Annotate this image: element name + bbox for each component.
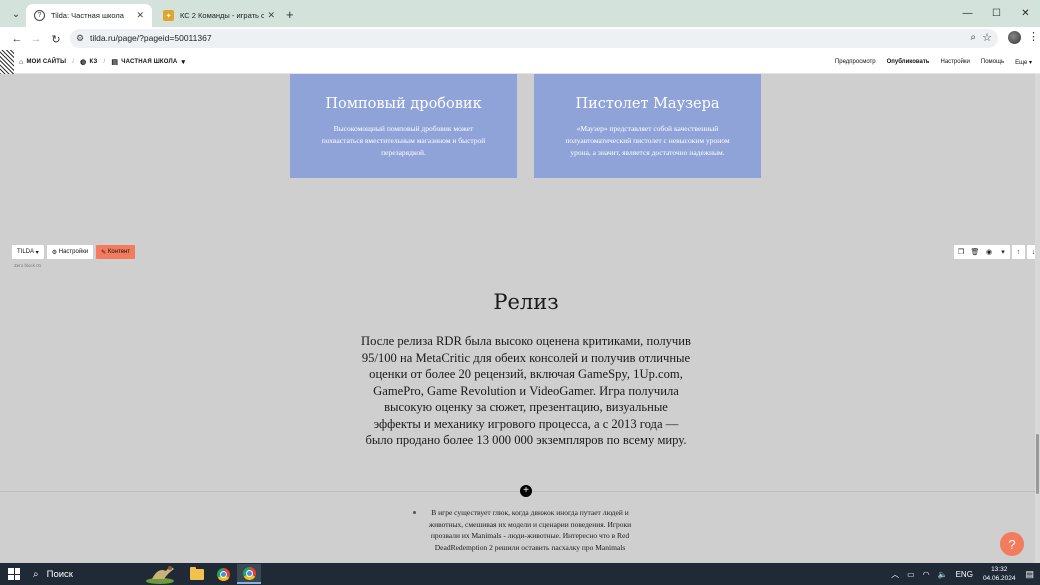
site-info-icon[interactable]: ⚙ (76, 33, 84, 44)
glitch-text: В игре существует глюк, когда движок ино… (428, 508, 632, 552)
card-title: Помповый дробовик (325, 96, 482, 112)
new-tab-icon[interactable]: + (286, 7, 294, 22)
delete-icon[interactable]: 🗑 (968, 245, 982, 259)
publish-button[interactable]: Опубликовать (887, 59, 930, 66)
crumb-my-sites[interactable]: МОИ САЙТЫ (26, 59, 66, 65)
language-indicator[interactable]: ENG (956, 570, 973, 579)
battery-icon[interactable]: ▭ (907, 570, 915, 579)
crumb-separator: / (72, 59, 75, 65)
forward-icon[interactable]: → (28, 31, 44, 47)
home-icon: ⌂ (19, 58, 24, 66)
notifications-icon[interactable]: ▤ (1025, 569, 1034, 580)
tilda-top-panel: ⌂ МОИ САЙТЫ / ◍ КЗ / ▤ ЧАСТНАЯ ШКОЛА ▾ П… (0, 50, 1040, 74)
breadcrumb: ⌂ МОИ САЙТЫ / ◍ КЗ / ▤ ЧАСТНАЯ ШКОЛА ▾ (19, 58, 188, 67)
clock-date: 04.06.2024 (982, 575, 1016, 582)
windows-taskbar: ⌕ Поиск ︿ ▭ ◠ 🔈 ENG 13:32 04.06.2024 ▤ (0, 563, 1040, 585)
tab-tilda[interactable]: ? Tilda: Частная школа ✕ (26, 4, 152, 27)
tab-title: КС 2 Команды - играть онлай… (180, 11, 265, 20)
bullet-dot (413, 511, 416, 514)
search-icon: ⌕ (33, 568, 39, 580)
tilda-actions: Предпросмотр Опубликовать Настройки Помо… (835, 59, 1032, 66)
volume-icon[interactable]: 🔈 (938, 570, 948, 579)
block-id-label: Zero block 01 (14, 263, 42, 268)
more-button[interactable]: Еще ▾ (1015, 59, 1032, 66)
folder-icon (190, 566, 204, 580)
taskbar-search-label: Поиск (46, 568, 73, 580)
card-shotgun[interactable]: Помповый дробовик Высокомощный помповый … (290, 74, 517, 178)
browser-tabstrip: ⌄ ? Tilda: Частная школа ✕ ✦ КС 2 Команд… (0, 0, 1040, 27)
help-button[interactable]: Помощь (981, 59, 1004, 66)
help-question-icon[interactable]: ? (1000, 532, 1024, 556)
settings-button[interactable]: Настройки (940, 59, 969, 66)
address-bar[interactable]: ⚙ tilda.ru/page/?pageid=50011367 ⌕ ☆ (70, 29, 998, 48)
browser-menu-icon[interactable]: ⋮ (1028, 30, 1039, 43)
tilda-label: TILDA (17, 249, 35, 255)
browser-toolbar: ← → ↻ ⚙ tilda.ru/page/?pageid=50011367 ⌕… (0, 27, 1040, 50)
tab-title: Tilda: Частная школа (51, 11, 124, 20)
tab-search-icon[interactable]: ⌄ (8, 6, 24, 22)
scrollbar-thumb[interactable] (1036, 434, 1039, 494)
block-right-controls: ❐ 🗑 ◉ ▾ ↑ ↓ (954, 245, 1040, 259)
globe-icon: ◍ (80, 59, 87, 66)
chevron-down-icon[interactable]: ▾ (181, 58, 185, 66)
taskbar-chrome[interactable] (211, 564, 235, 584)
pencil-icon: ✎ (101, 249, 108, 256)
clock-time: 13:32 (991, 566, 1008, 573)
minimize-icon[interactable]: — (953, 0, 982, 27)
tab-cs2[interactable]: ✦ КС 2 Команды - играть онлай… ✕ (155, 4, 283, 27)
search-highlight-image (146, 566, 174, 584)
page-icon: ▤ (111, 59, 119, 66)
game-favicon-icon: ✦ (163, 10, 174, 21)
chrome-icon (242, 566, 256, 580)
block-controls: TILDA ▾ ⚙ Настройки ✎ Контент (12, 245, 136, 259)
profile-avatar[interactable] (1008, 31, 1021, 44)
taskbar-explorer[interactable] (185, 564, 209, 584)
block-content-button[interactable]: ✎ Контент (96, 245, 136, 259)
tilda-block-menu-button[interactable]: TILDA ▾ (12, 245, 44, 259)
duplicate-icon[interactable]: ❐ (954, 245, 968, 259)
back-icon[interactable]: ← (9, 31, 25, 47)
block-action-group: ❐ 🗑 ◉ ▾ (954, 245, 1010, 259)
clock[interactable]: 13:32 04.06.2024 (983, 565, 1016, 583)
maximize-icon[interactable]: ☐ (982, 0, 1011, 27)
card-title: Пистолет Маузера (575, 96, 720, 112)
crumb-page[interactable]: ЧАСТНАЯ ШКОЛА (121, 59, 177, 65)
bookmark-star-icon[interactable]: ☆ (982, 31, 992, 44)
block-content-label: Контент (107, 249, 131, 255)
card-text: Высокомощный помповый дробовик может пох… (321, 124, 486, 157)
wifi-icon[interactable]: ◠ (923, 570, 930, 579)
chevron-down-icon[interactable]: ▾ (996, 245, 1010, 259)
release-text: После релиза RDR была высоко оценена кри… (361, 334, 691, 447)
windows-start-icon[interactable] (8, 568, 20, 580)
zoom-icon[interactable]: ⌕ (970, 32, 976, 43)
system-tray: ︿ ▭ ◠ 🔈 ENG 13:32 04.06.2024 ▤ (887, 563, 1034, 585)
crumb-separator: / (103, 59, 106, 65)
add-block-icon[interactable]: + (520, 485, 532, 497)
card-text: «Маузер» представляет собой качественный… (565, 124, 730, 157)
tilda-favicon-icon: ? (34, 10, 45, 21)
more-label: Еще (1015, 60, 1028, 66)
window-controls: — ☐ ✕ (953, 0, 1040, 27)
taskbar-chrome-active[interactable] (237, 564, 261, 584)
preview-button[interactable]: Предпросмотр (835, 59, 876, 66)
chevron-up-icon[interactable]: ︿ (891, 569, 899, 580)
card-mauser[interactable]: Пистолет Маузера «Маузер» представляет с… (534, 74, 761, 178)
chrome-icon (216, 567, 230, 581)
reload-icon[interactable]: ↻ (48, 31, 64, 47)
tilda-logo-strip (0, 50, 14, 74)
block-settings-button[interactable]: ⚙ Настройки (46, 245, 94, 259)
gear-icon: ⚙ (51, 249, 59, 256)
release-title: Релиз (493, 290, 559, 314)
crumb-project[interactable]: КЗ (89, 59, 97, 65)
url-text: tilda.ru/page/?pageid=50011367 (90, 33, 212, 43)
block-settings-label: Настройки (58, 249, 89, 255)
close-icon[interactable]: ✕ (267, 10, 275, 21)
close-window-icon[interactable]: ✕ (1011, 0, 1040, 27)
page-scrollbar[interactable] (1035, 74, 1040, 563)
visibility-icon[interactable]: ◉ (982, 245, 996, 259)
close-icon[interactable]: ✕ (136, 10, 144, 21)
move-up-icon[interactable]: ↑ (1012, 245, 1025, 259)
